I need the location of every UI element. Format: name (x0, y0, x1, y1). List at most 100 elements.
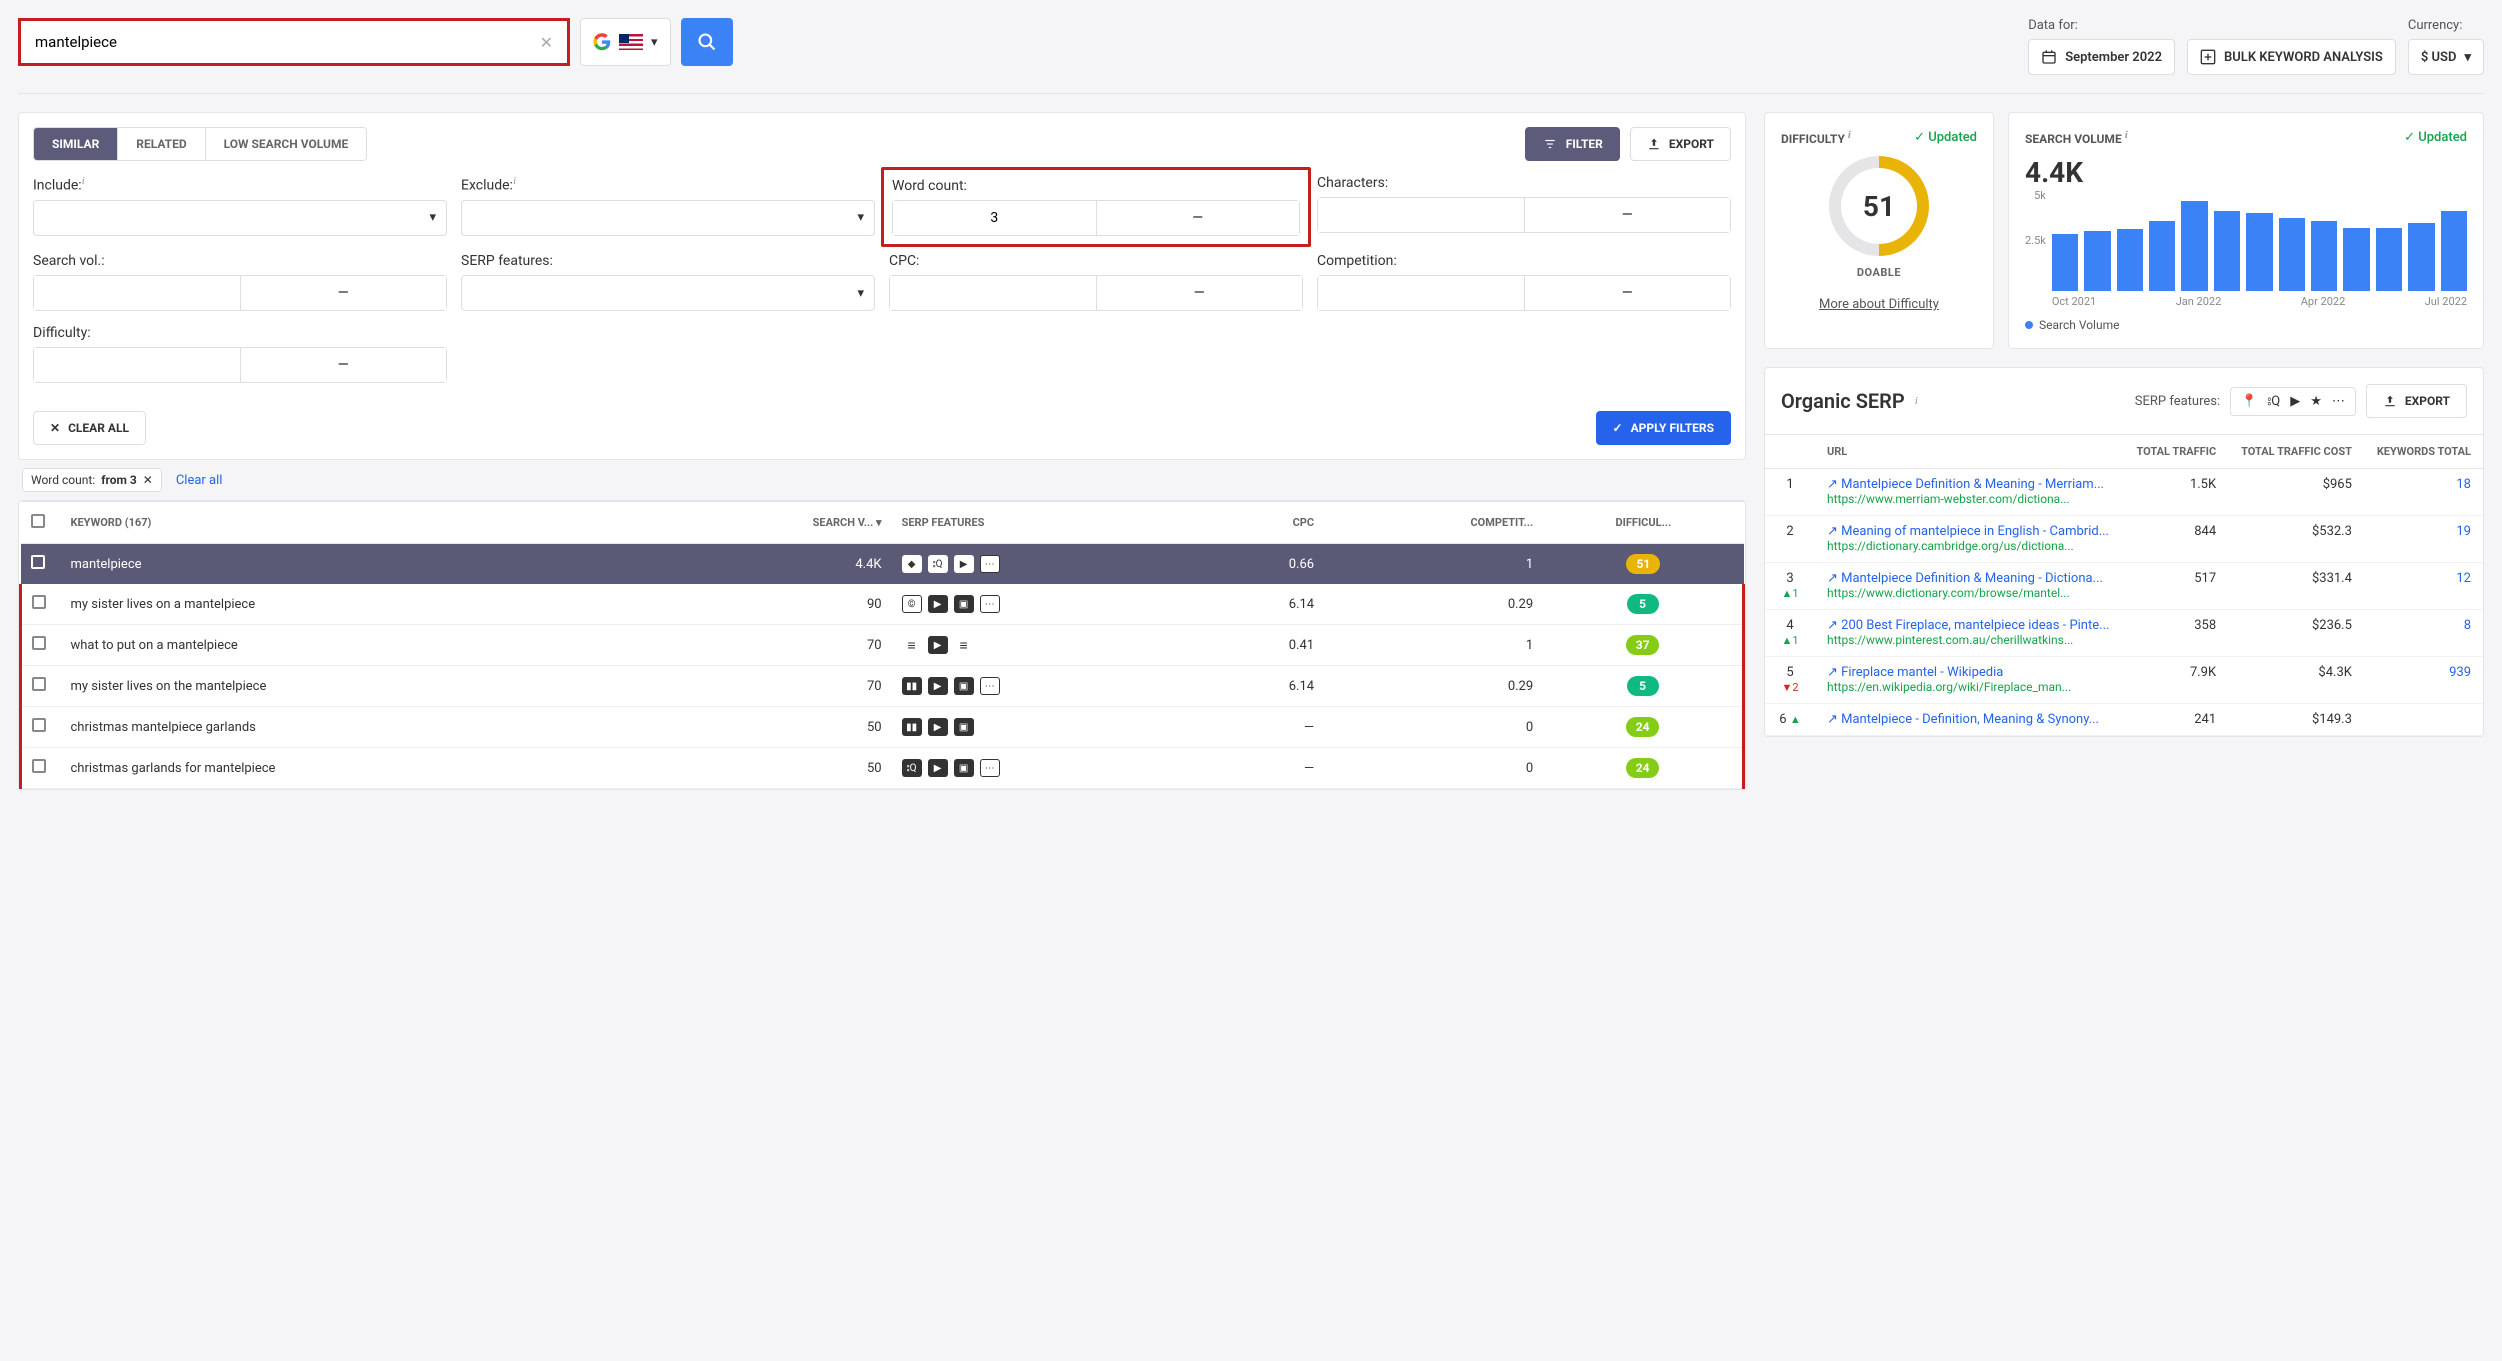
serp-select[interactable]: ▾ (461, 275, 875, 311)
characters-range[interactable] (1317, 197, 1731, 233)
table-row[interactable]: christmas mantelpiece garlands 50 ▮▮▶▣ —… (21, 707, 1744, 748)
serp-row[interactable]: 3 ▲1 ↗ Mantelpiece Definition & Meaning … (1765, 563, 2483, 610)
more-difficulty-link[interactable]: More about Difficulty (1819, 297, 1939, 312)
serp-url[interactable]: https://www.pinterest.com.au/cherillwatk… (1827, 633, 2073, 647)
text-lines-icon: ≡ (954, 636, 974, 654)
search-button[interactable] (681, 18, 733, 66)
external-link-icon[interactable]: ↗ (1827, 477, 1838, 492)
chart-bar (2279, 218, 2305, 291)
keywords-link[interactable]: 18 (2456, 477, 2471, 492)
external-link-icon[interactable]: ↗ (1827, 571, 1838, 586)
external-link-icon[interactable]: ↗ (1827, 665, 1838, 680)
serp-title-link[interactable]: Mantelpiece Definition & Meaning - Dicti… (1841, 571, 2103, 586)
external-link-icon[interactable]: ↗ (1827, 524, 1838, 539)
right-column: DIFFICULTY i ✓ Updated 51 DOABLE More ab… (1764, 112, 2484, 790)
competition-cell: 0.29 (1324, 584, 1543, 625)
table-row[interactable]: mantelpiece 4.4K ◆⦂Q▶⋯ 0.66 1 51 (21, 544, 1744, 585)
currency-selector[interactable]: $ USD ▾ (2408, 39, 2484, 75)
keyword-cell: mantelpiece (61, 544, 657, 585)
apply-filters-button[interactable]: ✓ APPLY FILTERS (1596, 411, 1731, 445)
serp-export-button[interactable]: EXPORT (2366, 384, 2467, 418)
row-checkbox[interactable] (32, 718, 46, 732)
serp-title-link[interactable]: Mantelpiece - Definition, Meaning & Syno… (1841, 712, 2099, 727)
serp-url[interactable]: https://www.merriam-webster.com/dictiona… (1827, 492, 2070, 506)
row-checkbox[interactable] (31, 555, 45, 569)
traffic-cell: 844 (2124, 516, 2228, 563)
date-selector[interactable]: September 2022 (2028, 39, 2175, 75)
serp-url[interactable]: https://dictionary.cambridge.org/us/dict… (1827, 539, 2074, 553)
cost-cell: $331.4 (2228, 563, 2364, 610)
chevron-down-icon: ▾ (2464, 50, 2471, 65)
row-checkbox[interactable] (32, 759, 46, 773)
row-checkbox[interactable] (32, 636, 46, 650)
include-select[interactable]: ▾ (33, 200, 447, 236)
tab-related[interactable]: RELATED (118, 128, 205, 160)
cpc-cell: 6.14 (1204, 584, 1324, 625)
keywords-link[interactable]: 19 (2456, 524, 2471, 539)
serp-title-link[interactable]: Mantelpiece Definition & Meaning - Merri… (1841, 477, 2104, 492)
close-icon[interactable]: ✕ (143, 473, 153, 487)
serp-title-link[interactable]: 200 Best Fireplace, mantelpiece ideas - … (1841, 618, 2109, 633)
table-row[interactable]: my sister lives on the mantelpiece 70 ▮▮… (21, 666, 1744, 707)
search-input[interactable] (35, 33, 540, 51)
keywords-link[interactable]: 8 (2464, 618, 2471, 633)
pin-icon: ◆ (902, 555, 922, 573)
external-link-icon[interactable]: ↗ (1827, 712, 1838, 727)
row-checkbox[interactable] (32, 677, 46, 691)
serp-row[interactable]: 6 ▲ ↗ Mantelpiece - Definition, Meaning … (1765, 704, 2483, 736)
serp-url[interactable]: https://www.dictionary.com/browse/mantel… (1827, 586, 2070, 600)
row-checkbox[interactable] (32, 595, 46, 609)
wordcount-range[interactable] (892, 200, 1300, 236)
chart-bar (2376, 228, 2402, 291)
clear-search-icon[interactable]: ✕ (540, 33, 553, 52)
searchvol-range[interactable] (33, 275, 447, 311)
serp-title-link[interactable]: Fireplace mantel - Wikipedia (1841, 665, 2003, 680)
serp-icons-cell: ≡▶≡ (902, 636, 1194, 654)
cost-cell: $149.3 (2228, 704, 2364, 736)
external-link-icon[interactable]: ↗ (1827, 618, 1838, 633)
serp-title-link[interactable]: Meaning of mantelpiece in English - Camb… (1841, 524, 2109, 539)
search-list-icon: ⦂Q (902, 759, 922, 777)
difficulty-range[interactable] (33, 347, 447, 383)
clear-all-button[interactable]: ✕ CLEAR ALL (33, 411, 146, 445)
table-row[interactable]: what to put on a mantelpiece 70 ≡▶≡ 0.41… (21, 625, 1744, 666)
serp-row[interactable]: 2 ↗ Meaning of mantelpiece in English - … (1765, 516, 2483, 563)
competition-range[interactable] (1317, 275, 1731, 311)
rank-cell: 3 ▲1 (1765, 563, 1815, 610)
carousel-icon: ▮▮ (902, 677, 922, 695)
bulk-analysis-button[interactable]: BULK KEYWORD ANALYSIS (2187, 39, 2396, 75)
tab-low-volume[interactable]: LOW SEARCH VOLUME (206, 128, 367, 160)
cpc-cell: 0.66 (1204, 544, 1324, 585)
wordcount-max[interactable] (1097, 201, 1300, 235)
clear-all-chips[interactable]: Clear all (176, 473, 223, 488)
cost-cell: $965 (2228, 469, 2364, 516)
keywords-link[interactable]: 939 (2449, 665, 2471, 680)
serp-row[interactable]: 5 ▼2 ↗ Fireplace mantel - Wikipediahttps… (1765, 657, 2483, 704)
export-button[interactable]: EXPORT (1630, 127, 1731, 161)
traffic-cell: 358 (2124, 610, 2228, 657)
keyword-tabs: SIMILAR RELATED LOW SEARCH VOLUME (33, 127, 367, 161)
filter-chip-wordcount[interactable]: Word count: from 3 ✕ (22, 468, 162, 492)
tab-similar[interactable]: SIMILAR (34, 128, 118, 160)
search-engine-selector[interactable]: ▾ (580, 18, 671, 66)
cpc-range[interactable] (889, 275, 1303, 311)
wordcount-min[interactable] (893, 201, 1096, 235)
table-row[interactable]: christmas garlands for mantelpiece 50 ⦂Q… (21, 748, 1744, 789)
search-input-wrap[interactable]: ✕ (18, 18, 570, 66)
serp-row[interactable]: 1 ↗ Mantelpiece Definition & Meaning - M… (1765, 469, 2483, 516)
table-row[interactable]: my sister lives on a mantelpiece 90 ©▶▣⋯… (21, 584, 1744, 625)
keyword-cell: my sister lives on a mantelpiece (61, 584, 657, 625)
more-icon: ⋯ (980, 677, 1000, 695)
competition-cell: 0.29 (1324, 666, 1543, 707)
competition-cell: 1 (1324, 625, 1543, 666)
difficulty-pill: 37 (1626, 635, 1660, 655)
serp-url[interactable]: https://en.wikipedia.org/wiki/Fireplace_… (1827, 680, 2071, 694)
difficulty-pill: 5 (1627, 594, 1659, 614)
serp-row[interactable]: 4 ▲1 ↗ 200 Best Fireplace, mantelpiece i… (1765, 610, 2483, 657)
organic-serp-panel: Organic SERP i SERP features: 📍 ⦂Q ▶ ★ ⋯… (1764, 367, 2484, 737)
exclude-select[interactable]: ▾ (461, 200, 875, 236)
filter-button[interactable]: FILTER (1525, 127, 1620, 161)
keywords-link[interactable]: 12 (2456, 571, 2471, 586)
select-all-checkbox[interactable] (31, 514, 45, 528)
youtube-icon: ▶ (928, 759, 948, 777)
